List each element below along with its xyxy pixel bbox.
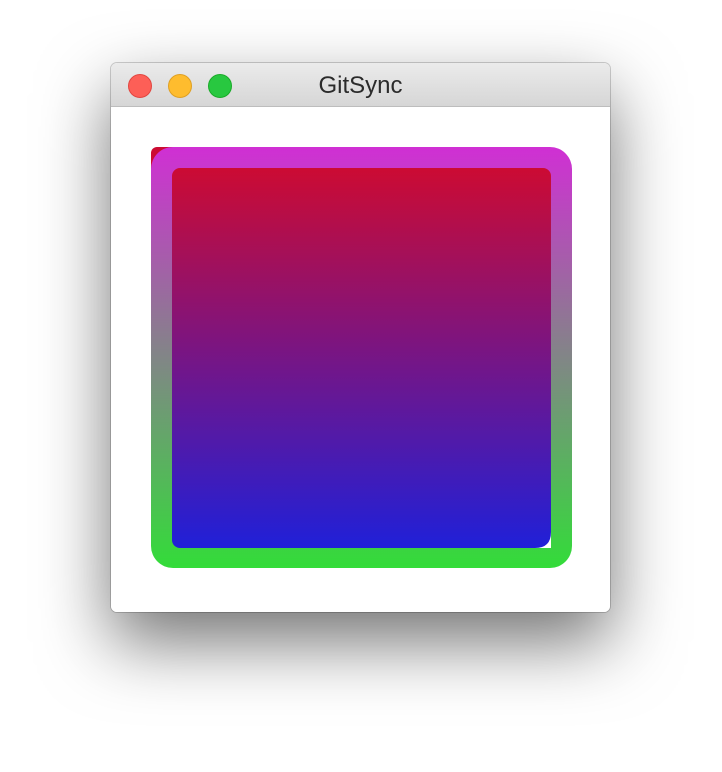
gradient-square-graphic bbox=[151, 147, 572, 568]
window-content bbox=[111, 107, 610, 612]
inner-square bbox=[172, 168, 551, 548]
gradient-square-svg bbox=[151, 147, 572, 568]
title-bar[interactable]: GitSync bbox=[111, 63, 610, 107]
desktop: GitSync bbox=[0, 0, 722, 772]
app-window: GitSync bbox=[111, 63, 610, 612]
window-title: GitSync bbox=[318, 72, 403, 99]
